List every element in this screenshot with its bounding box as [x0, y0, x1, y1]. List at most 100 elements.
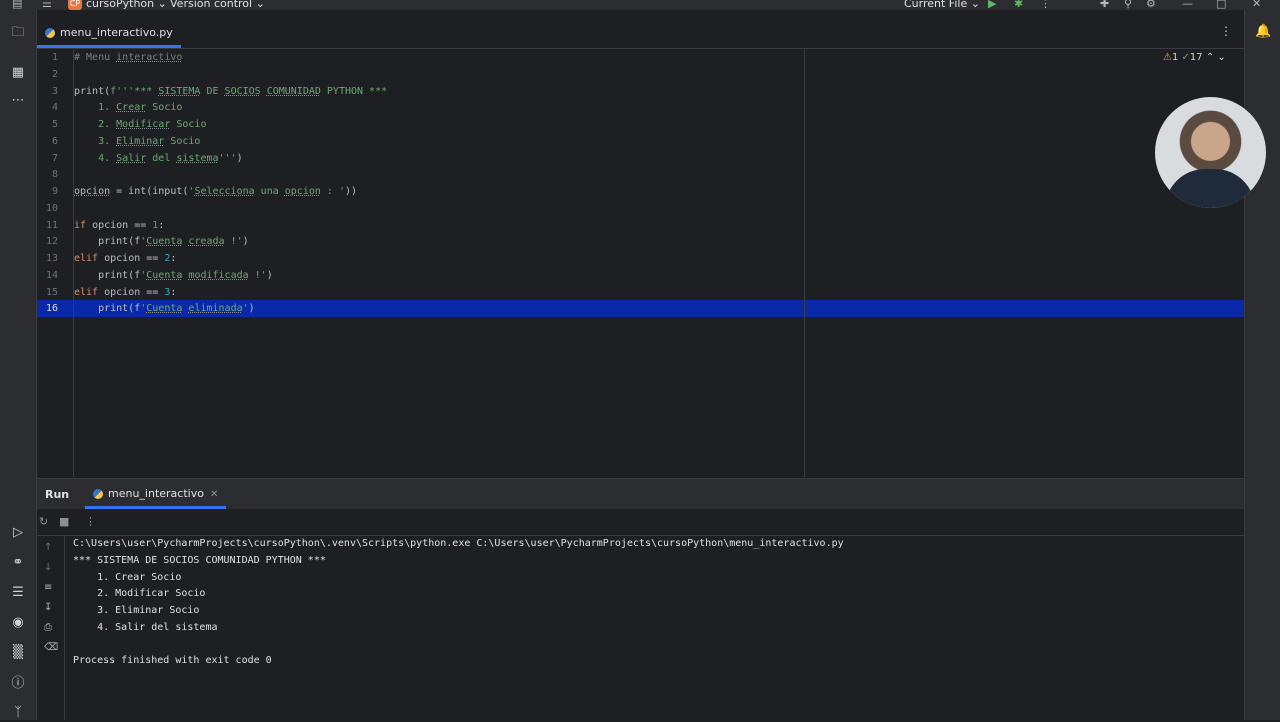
- title-bar: ▤ ☰ CP cursoPython ⌄ Version control ⌄ Cu…: [0, 0, 1280, 10]
- code-token: elif: [74, 253, 99, 264]
- code-token: ''': [218, 153, 237, 164]
- app-menu-icon[interactable]: ▤: [12, 0, 22, 10]
- code-token: Cuenta: [146, 303, 183, 314]
- run-console[interactable]: ↑ ↓ ≡ ↧ ⎙ ⌫ C:\Users\user\PycharmProject…: [37, 536, 1244, 720]
- run-toolbar: ↻ ■ ⋮: [37, 509, 1244, 536]
- search-icon[interactable]: ⚲: [1124, 0, 1132, 10]
- code-token: PYTHON ***: [320, 86, 388, 97]
- code-token: interactivo: [116, 52, 183, 63]
- code-line: print(f'''*** SISTEMA DE SOCIOS COMUNIDA…: [74, 86, 387, 97]
- scroll-up-icon[interactable]: ↑: [44, 542, 52, 553]
- close-tab-icon[interactable]: ✕: [210, 489, 218, 500]
- close-window-icon[interactable]: ✕: [1252, 0, 1261, 10]
- line-number: 7: [51, 153, 58, 164]
- ok-count: 17: [1189, 52, 1203, 63]
- project-selector[interactable]: CP cursoPython ⌄: [68, 0, 167, 10]
- scroll-down-icon[interactable]: ↓: [44, 562, 52, 573]
- tab-options-icon[interactable]: ⋮: [1220, 24, 1232, 38]
- line-number: 6: [51, 136, 58, 147]
- code-token: opcion: [284, 186, 321, 197]
- code-token: !': [224, 236, 243, 247]
- code-token: print(f: [74, 270, 141, 281]
- line-number: 2: [51, 69, 58, 80]
- notifications-bell-icon[interactable]: 🔔: [1255, 24, 1271, 39]
- left-tool-strip: 🗀 ▦ ⋯ ▷ ⚭ ☰ ◉ ▒ ⓘ ᛉ: [0, 10, 37, 720]
- more-options-icon[interactable]: ⋮: [85, 515, 96, 528]
- version-control-icon[interactable]: ᛉ: [9, 704, 27, 722]
- project-badge: CP: [68, 0, 82, 10]
- python-packages-icon[interactable]: ⚭: [9, 554, 27, 572]
- line-number: 4: [51, 102, 58, 113]
- layers-icon[interactable]: ☰: [9, 584, 27, 602]
- console-line: 1. Crear Socio: [73, 572, 182, 583]
- editor-tab-bar: menu_interactivo.py ⋮: [37, 10, 1244, 49]
- scroll-to-end-icon[interactable]: ↧: [44, 602, 52, 613]
- print-icon[interactable]: ⎙: [44, 622, 52, 633]
- debug-icon[interactable]: ✱: [1014, 0, 1023, 10]
- run-panel-title: Run: [45, 488, 70, 501]
- minimize-icon[interactable]: —: [1182, 0, 1193, 10]
- console-line: 3. Eliminar Socio: [73, 605, 200, 616]
- code-token: if: [74, 220, 87, 231]
- terminal-icon[interactable]: ▒: [9, 644, 27, 662]
- rerun-icon[interactable]: ↻: [39, 515, 48, 528]
- code-token: opcion: [74, 186, 111, 197]
- vcs-selector[interactable]: Version control ⌄: [170, 0, 265, 10]
- line-number: 1: [51, 52, 58, 63]
- code-line: elif opcion == 3:: [74, 287, 176, 298]
- code-token: f'''***: [110, 86, 159, 97]
- inspection-widget[interactable]: ⚠1 ✓17 ⌃ ⌄: [1163, 52, 1226, 63]
- run-tool-icon[interactable]: ▷: [9, 524, 27, 542]
- chevron-down-icon[interactable]: ⌄: [1217, 52, 1225, 63]
- more-tools-icon[interactable]: ⋯: [9, 92, 27, 110]
- services-icon[interactable]: ◉: [9, 614, 27, 632]
- stop-icon[interactable]: ■: [59, 515, 69, 528]
- run-config-selector[interactable]: Current File ⌄: [904, 0, 980, 10]
- code-token: :: [170, 253, 177, 264]
- code-line: 4. Salir del sistema'''): [74, 153, 243, 164]
- code-token: eliminada: [188, 303, 243, 314]
- add-user-icon[interactable]: ✚: [1100, 0, 1109, 10]
- code-token: :: [170, 287, 177, 298]
- code-token: print(: [74, 86, 111, 97]
- code-line: 2. Modificar Socio: [74, 119, 206, 130]
- project-folder-icon[interactable]: 🗀: [9, 24, 27, 42]
- code-line: print(f'Cuenta creada !'): [74, 236, 249, 247]
- structure-icon[interactable]: ▦: [9, 64, 27, 82]
- code-line: 1. Crear Socio: [74, 102, 182, 113]
- code-token: :: [158, 220, 165, 231]
- code-token: Selecciona: [194, 186, 255, 197]
- run-icon[interactable]: ▶: [988, 0, 996, 10]
- run-tab-menu-interactivo[interactable]: menu_interactivo ✕: [85, 479, 227, 509]
- hamburger-menu-icon[interactable]: ☰: [42, 0, 52, 10]
- run-tab-label: menu_interactivo: [108, 487, 204, 500]
- line-number: 11: [45, 220, 58, 231]
- more-actions-icon[interactable]: ⋮: [1040, 0, 1051, 10]
- console-line: 2. Modificar Socio: [73, 588, 206, 599]
- code-token: 3.: [74, 136, 117, 147]
- code-token: COMUNIDAD: [266, 86, 321, 97]
- python-file-icon: [45, 28, 55, 38]
- code-editor[interactable]: 1 2 3 4 5 6 7 8 9 10 11 12 13 14 15 16 # Menu interacti…: [37, 49, 1244, 477]
- code-token: creada: [188, 236, 225, 247]
- problems-icon[interactable]: ⓘ: [9, 675, 27, 693]
- code-token: SISTEMA: [158, 86, 201, 97]
- code-token: 2.: [74, 119, 117, 130]
- code-token: print(f: [74, 236, 141, 247]
- chevron-up-icon[interactable]: ⌃: [1206, 52, 1214, 63]
- tab-menu-interactivo-py[interactable]: menu_interactivo.py: [37, 22, 181, 48]
- code-token: Cuenta: [146, 270, 183, 281]
- soft-wrap-icon[interactable]: ≡: [44, 582, 52, 593]
- code-token: ): [248, 303, 255, 314]
- right-margin-guide: [804, 49, 805, 477]
- line-number: 12: [45, 236, 58, 247]
- line-number: 10: [45, 203, 58, 214]
- code-line: elif opcion == 2:: [74, 253, 176, 264]
- trash-icon[interactable]: ⌫: [44, 642, 58, 653]
- code-token: !': [248, 270, 267, 281]
- check-icon: ✓: [1181, 52, 1190, 63]
- settings-gear-icon[interactable]: ⚙: [1146, 0, 1156, 10]
- maximize-icon[interactable]: □: [1216, 0, 1226, 10]
- code-token: ): [242, 236, 249, 247]
- console-line: Process finished with exit code 0: [73, 655, 272, 666]
